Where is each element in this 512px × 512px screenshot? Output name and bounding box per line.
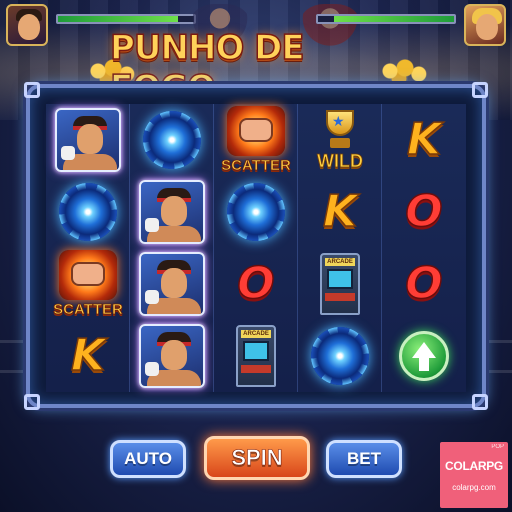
flaming-fist-icon (227, 106, 285, 156)
fighter-icon (139, 324, 205, 388)
fighter-icon (139, 180, 205, 244)
symbol-o: O (214, 248, 298, 320)
letter-o: O (405, 258, 444, 309)
player-portrait (6, 4, 48, 46)
symbol-wild: ★ WILD (298, 104, 382, 176)
reel-3: SCATTER O ARCADE (214, 104, 298, 392)
symbol-arcade: ARCADE (298, 248, 382, 320)
symbol-arcade: ARCADE (214, 320, 298, 392)
symbol-fighter (130, 320, 214, 392)
vortex-icon (143, 111, 201, 169)
symbol-vortex (130, 104, 214, 176)
player-health-fill (58, 16, 178, 22)
reel-1: SCATTER K (46, 104, 130, 392)
bet-button-label: BET (347, 449, 381, 468)
reel-frame: SCATTER K SCATTER O ARCADE ★ WILD K ARCADE K O O (24, 82, 488, 410)
arcade-cabinet-icon: ARCADE (320, 253, 360, 315)
watermark-sup: POP (491, 444, 504, 450)
symbol-vortex (298, 320, 382, 392)
letter-k: K (322, 186, 358, 237)
symbol-fighter (130, 248, 214, 320)
reel-5: KOO (382, 104, 466, 392)
symbol-k: K (298, 176, 382, 248)
arrow-up-icon (399, 331, 449, 381)
letter-o: O (237, 258, 276, 309)
symbol-fighter (130, 176, 214, 248)
symbol-o: O (382, 248, 466, 320)
watermark-name: COLARPG (445, 458, 503, 473)
symbol-k: K (46, 320, 130, 392)
vortex-icon (227, 183, 285, 241)
auto-button-label: AUTO (124, 449, 172, 468)
opponent-portrait (464, 4, 506, 46)
symbol-vortex (214, 176, 298, 248)
player-health-bar (56, 14, 196, 24)
symbol-o: O (382, 176, 466, 248)
symbol-k: K (382, 104, 466, 176)
reel-grid: SCATTER K SCATTER O ARCADE ★ WILD K ARCADE K O O (46, 104, 466, 392)
trophy-icon: ★ (318, 108, 362, 152)
vortex-icon (311, 327, 369, 385)
fighter-icon (139, 252, 205, 316)
frame-corner (472, 394, 488, 410)
symbol-fighter (46, 104, 130, 176)
symbol-arrow-up (382, 320, 466, 392)
frame-corner (472, 82, 488, 98)
auto-button[interactable]: AUTO (110, 440, 186, 478)
letter-o: O (405, 186, 444, 237)
opponent-health-fill (334, 16, 454, 22)
frame-corner (24, 82, 40, 98)
symbol-vortex (46, 176, 130, 248)
arcade-cabinet-icon: ARCADE (236, 325, 276, 387)
reel-4: ★ WILD K ARCADE (298, 104, 382, 392)
frame-corner (24, 394, 40, 410)
letter-k: K (406, 114, 442, 165)
watermark-logo: POP COLARPG colarpg.com (440, 442, 508, 508)
opponent-health-bar (316, 14, 456, 24)
symbol-scatter: SCATTER (46, 248, 130, 320)
wild-label: WILD (317, 151, 364, 172)
watermark-url: colarpg.com (452, 482, 496, 492)
scatter-label: SCATTER (53, 301, 124, 319)
arcade-marquee: ARCADE (325, 258, 355, 266)
vortex-icon (59, 183, 117, 241)
flaming-fist-icon (59, 250, 117, 300)
spin-button[interactable]: SPIN (204, 436, 310, 480)
spin-button-label: SPIN (231, 445, 283, 471)
scatter-label: SCATTER (221, 157, 292, 175)
bet-button[interactable]: BET (326, 440, 402, 478)
reel-2 (130, 104, 214, 392)
arcade-marquee: ARCADE (241, 330, 271, 338)
fighter-icon (55, 108, 121, 172)
symbol-scatter: SCATTER (214, 104, 298, 176)
letter-k: K (70, 330, 106, 381)
